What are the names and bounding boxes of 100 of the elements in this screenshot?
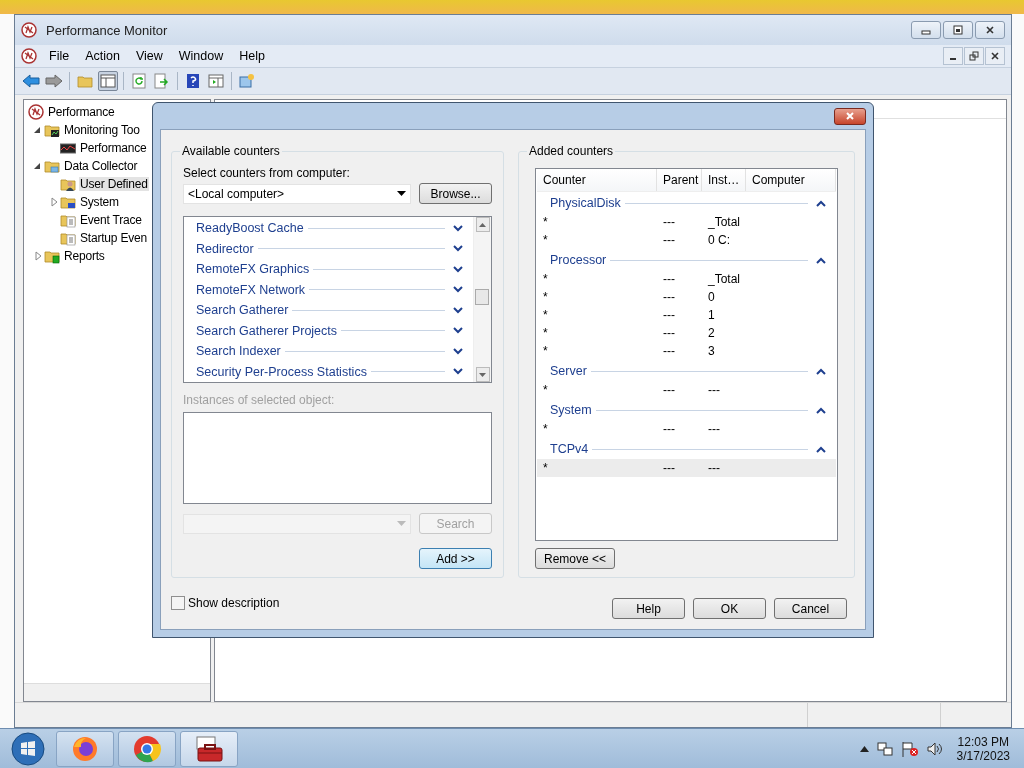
dialog-button[interactable]: Help	[612, 598, 685, 619]
toolbox-icon[interactable]	[180, 731, 238, 767]
counter-object[interactable]: Redirector	[196, 241, 254, 256]
dialog-button[interactable]: OK	[693, 598, 766, 619]
chevron-up-icon[interactable]	[816, 406, 826, 414]
vertical-scrollbar[interactable]	[473, 217, 491, 382]
counter-row[interactable]: * --- _Total	[537, 213, 836, 231]
chevron-down-icon[interactable]	[453, 306, 463, 314]
back-icon[interactable]	[21, 71, 41, 91]
chevron-up-icon[interactable]	[816, 199, 826, 207]
chevron-down-icon[interactable]	[453, 327, 463, 335]
counter-object[interactable]: Search Indexer	[196, 344, 281, 359]
chevron-down-icon[interactable]	[453, 265, 463, 273]
group-header: System	[550, 403, 592, 417]
chevron-down-icon[interactable]	[453, 368, 463, 376]
close-icon	[989, 50, 1001, 62]
expand-icon[interactable]	[48, 196, 60, 208]
flag-icon[interactable]	[900, 741, 919, 757]
clock-time[interactable]: 12:03 PM	[957, 735, 1009, 749]
counter-row[interactable]: * --- 0 C:	[537, 231, 836, 249]
console-tree-icon[interactable]	[98, 71, 118, 91]
tree-item[interactable]: Performance	[47, 105, 116, 119]
menu-item[interactable]: Help	[232, 47, 272, 65]
counter-row[interactable]: * --- ---	[537, 420, 836, 438]
search-field[interactable]	[183, 513, 411, 534]
close-icon	[984, 24, 996, 36]
folder-icon	[44, 158, 60, 174]
forward-icon[interactable]	[44, 71, 64, 91]
expand-icon[interactable]	[32, 250, 44, 262]
counter-object[interactable]: RemoteFX Network	[196, 282, 306, 297]
counter-row[interactable]: * --- _Total	[537, 270, 836, 288]
maximize-button[interactable]	[943, 21, 973, 39]
chevron-down-icon[interactable]	[453, 286, 463, 294]
tree-item[interactable]: Monitoring Too	[63, 123, 141, 137]
show-hidden-icons-icon[interactable]	[859, 746, 869, 752]
volume-icon[interactable]	[926, 741, 943, 757]
chevron-up-icon[interactable]	[816, 256, 826, 264]
close-button[interactable]	[975, 21, 1005, 39]
add-button[interactable]: Add >>	[419, 548, 492, 569]
instances-list[interactable]	[183, 412, 492, 504]
checkbox-label[interactable]: Show description	[188, 595, 280, 610]
performance-icon	[21, 22, 37, 38]
counter-row[interactable]: * --- ---	[537, 459, 836, 477]
menu-item[interactable]: File	[42, 47, 77, 65]
table-cell-text: *	[542, 272, 549, 286]
table-cell-text: ---	[662, 344, 676, 358]
checkbox[interactable]	[171, 595, 185, 610]
column-header[interactable]: Counter	[537, 169, 657, 191]
scroll-thumb[interactable]	[475, 289, 489, 305]
clock-date[interactable]: 3/17/2023	[956, 749, 1010, 763]
firefox-icon[interactable]	[56, 731, 114, 767]
dialog-button[interactable]: Cancel	[774, 598, 847, 619]
chevron-down-icon[interactable]	[453, 347, 463, 355]
chevron-down-icon[interactable]	[453, 224, 463, 232]
counter-object[interactable]: Search Gatherer	[196, 303, 289, 318]
refresh-icon[interactable]	[129, 71, 149, 91]
document-folder-icon	[60, 212, 76, 228]
network-icon[interactable]	[876, 741, 893, 757]
tree-item[interactable]: Event Trace	[79, 213, 143, 227]
table-cell-text: ---	[662, 233, 676, 247]
tree-item[interactable]: Performance	[79, 141, 148, 155]
column-header[interactable]: Inst…	[702, 169, 746, 191]
minimize-button[interactable]	[943, 47, 963, 65]
close-button[interactable]	[985, 47, 1005, 65]
counter-object[interactable]: RemoteFX Graphics	[196, 262, 310, 277]
window-icon[interactable]	[206, 71, 226, 91]
menu-item[interactable]: View	[128, 47, 170, 65]
table-cell-text: *	[542, 233, 549, 247]
menu-item[interactable]: Action	[78, 47, 127, 65]
chevron-up-icon[interactable]	[816, 445, 826, 453]
tree-item[interactable]: Data Collector	[63, 159, 139, 173]
menu-item[interactable]: Window	[171, 47, 231, 65]
counter-object[interactable]: ReadyBoost Cache	[196, 221, 304, 236]
column-header[interactable]: Computer	[746, 169, 836, 191]
table-cell-text: 1	[707, 308, 716, 322]
group-header: TCPv4	[550, 442, 589, 456]
horizontal-scrollbar[interactable]	[24, 683, 210, 701]
chevron-up-icon[interactable]	[816, 367, 826, 375]
counter-row[interactable]: * --- 0	[537, 288, 836, 306]
counter-row[interactable]: * --- 2	[537, 324, 836, 342]
tree-item[interactable]: Reports	[63, 249, 106, 263]
table-cell-text: ---	[662, 290, 676, 304]
chevron-down-icon[interactable]	[453, 245, 463, 253]
close-button[interactable]	[834, 107, 866, 125]
counter-row[interactable]: * --- 3	[537, 342, 836, 360]
counter-object[interactable]: Search Gatherer Projects	[196, 323, 338, 338]
group-header: Server	[550, 364, 587, 378]
scroll-down-icon	[479, 372, 486, 377]
computer-dropdown[interactable]: <Local computer>	[183, 183, 411, 204]
column-header[interactable]: Parent	[657, 169, 702, 191]
tree-item[interactable]: User Defined	[79, 177, 149, 191]
restore-button[interactable]	[964, 47, 984, 65]
browse-button[interactable]: Browse...	[419, 183, 492, 204]
table-cell-text: ---	[662, 272, 676, 286]
counter-row[interactable]: * --- 1	[537, 306, 836, 324]
counter-row[interactable]: * --- ---	[537, 381, 836, 399]
tree-item[interactable]: System	[79, 195, 120, 209]
counter-object[interactable]: Security Per-Process Statistics	[196, 364, 367, 379]
remove-button[interactable]: Remove <<	[535, 548, 615, 569]
tree-item[interactable]: Startup Even	[79, 231, 148, 245]
